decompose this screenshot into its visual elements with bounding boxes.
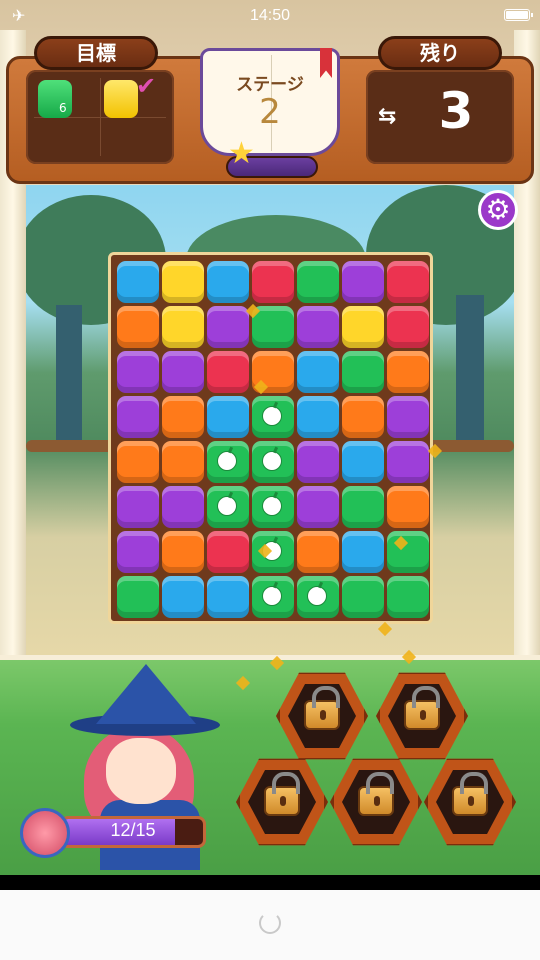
swap-icon: ⇆ — [378, 104, 397, 129]
bomb-icon — [217, 451, 237, 471]
orange-block[interactable] — [117, 441, 159, 483]
purple-block[interactable] — [342, 261, 384, 303]
purple-block[interactable] — [297, 441, 339, 483]
bomb-block[interactable] — [252, 576, 294, 618]
blue-block[interactable] — [207, 261, 249, 303]
bomb-block[interactable] — [207, 486, 249, 528]
orange-block[interactable] — [387, 486, 429, 528]
battery-icon — [504, 9, 533, 21]
red-block[interactable] — [207, 351, 249, 393]
status-time: 14:50 — [249, 7, 291, 24]
bomb-icon — [262, 451, 282, 471]
bomb-icon — [262, 496, 282, 516]
red-block[interactable] — [387, 261, 429, 303]
blue-block[interactable] — [342, 531, 384, 573]
moves-label: 残り — [378, 36, 502, 70]
goal-green-block — [38, 80, 72, 118]
purple-block[interactable] — [387, 396, 429, 438]
orange-block[interactable] — [297, 531, 339, 573]
status-bar: ✈ 14:50 — [0, 0, 540, 32]
purple-block[interactable] — [117, 486, 159, 528]
purple-block[interactable] — [297, 306, 339, 348]
blue-block[interactable] — [162, 576, 204, 618]
stage-number: 2 — [259, 92, 281, 132]
purple-block[interactable] — [117, 396, 159, 438]
loading-spinner-icon — [259, 912, 281, 934]
blue-block[interactable] — [297, 396, 339, 438]
booster-slot-1[interactable] — [276, 672, 368, 760]
player-avatar — [20, 808, 70, 858]
character-face — [106, 738, 176, 804]
purple-block[interactable] — [207, 306, 249, 348]
bomb-block[interactable] — [252, 441, 294, 483]
fence — [26, 440, 116, 452]
progress-label: 12/15 — [110, 820, 156, 840]
orange-block[interactable] — [342, 396, 384, 438]
yellow-block[interactable] — [162, 261, 204, 303]
yellow-block[interactable] — [342, 306, 384, 348]
bomb-block[interactable] — [252, 486, 294, 528]
tree-trunk — [56, 305, 82, 445]
settings-gear-icon[interactable]: ⚙ — [478, 190, 518, 230]
purple-block[interactable] — [387, 441, 429, 483]
character-hat — [96, 664, 196, 724]
game-board[interactable] — [108, 252, 433, 624]
goal-label: 目標 — [34, 36, 158, 70]
purple-block[interactable] — [117, 351, 159, 393]
padlock-icon — [452, 772, 488, 816]
tree-trunk — [456, 295, 484, 445]
bomb-icon — [307, 586, 327, 606]
yellow-block[interactable] — [162, 306, 204, 348]
green-block[interactable] — [297, 261, 339, 303]
bomb-icon — [217, 496, 237, 516]
blue-block[interactable] — [207, 576, 249, 618]
booster-slot-3[interactable] — [236, 758, 328, 846]
orange-block[interactable] — [162, 396, 204, 438]
green-block[interactable] — [342, 351, 384, 393]
bomb-block[interactable] — [252, 396, 294, 438]
red-block[interactable] — [387, 306, 429, 348]
goal-green-count: 6 — [59, 101, 67, 115]
blue-block[interactable] — [342, 441, 384, 483]
moves-remaining: 3 — [438, 82, 474, 140]
booster-slot-4[interactable] — [330, 758, 422, 846]
purple-block[interactable] — [162, 351, 204, 393]
padlock-icon — [358, 772, 394, 816]
bottom-strip — [0, 875, 540, 890]
green-block[interactable] — [387, 531, 429, 573]
check-icon: ✔ — [136, 72, 157, 100]
padlock-icon — [264, 772, 300, 816]
orange-block[interactable] — [162, 531, 204, 573]
green-block[interactable] — [342, 486, 384, 528]
bomb-icon — [262, 406, 282, 426]
star-icon: ★ — [228, 136, 255, 171]
orange-block[interactable] — [117, 306, 159, 348]
bomb-block[interactable] — [207, 441, 249, 483]
bomb-block[interactable] — [297, 576, 339, 618]
blue-block[interactable] — [117, 261, 159, 303]
booster-slot-5[interactable] — [424, 758, 516, 846]
purple-block[interactable] — [162, 486, 204, 528]
booster-slot-2[interactable] — [376, 672, 468, 760]
orange-block[interactable] — [162, 441, 204, 483]
blue-block[interactable] — [297, 351, 339, 393]
goal-yellow-block — [104, 80, 138, 118]
green-block[interactable] — [342, 576, 384, 618]
padlock-icon — [404, 686, 440, 730]
purple-block[interactable] — [117, 531, 159, 573]
green-block[interactable] — [387, 576, 429, 618]
green-block[interactable] — [117, 576, 159, 618]
padlock-icon — [304, 686, 340, 730]
booster-panel — [230, 660, 540, 870]
purple-block[interactable] — [297, 486, 339, 528]
orange-block[interactable] — [387, 351, 429, 393]
red-block[interactable] — [252, 261, 294, 303]
blue-block[interactable] — [207, 396, 249, 438]
bomb-icon — [262, 586, 282, 606]
red-block[interactable] — [207, 531, 249, 573]
